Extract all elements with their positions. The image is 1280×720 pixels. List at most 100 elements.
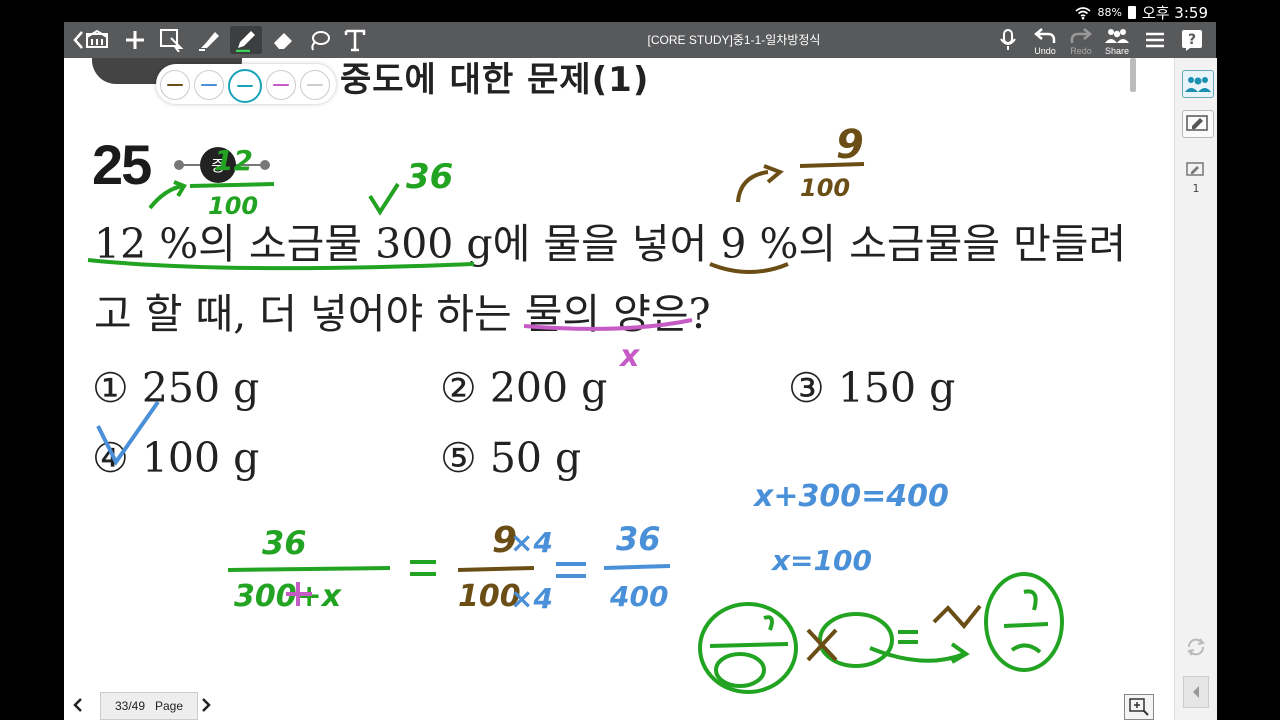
- page-navigation: 33/49 Page: [0, 692, 1174, 720]
- question-text-line-1: 12 %의 소금물 300 g에 물을 넣어 9 %의 소금물을 만들려: [94, 220, 1127, 268]
- choice-4[interactable]: ④ 100 g: [92, 434, 259, 482]
- ink-eq2: x=100: [770, 544, 872, 577]
- hamburger-menu-icon: [1146, 32, 1164, 48]
- choice-mark: ②: [440, 364, 477, 412]
- redo-label: Redo: [1070, 46, 1092, 56]
- choice-5[interactable]: ⑤ 50 g: [440, 434, 581, 482]
- lasso-icon: [311, 31, 330, 51]
- ink-eq1: x+300=400: [752, 479, 949, 514]
- highlighter-icon: [199, 32, 219, 51]
- ink-right-den: 400: [609, 580, 668, 613]
- help-icon: ?: [1182, 30, 1202, 51]
- page-indicator[interactable]: 33/49 Page: [100, 692, 198, 720]
- choice-1[interactable]: ① 250 g: [92, 364, 259, 412]
- page-scrollbar[interactable]: [1130, 58, 1136, 92]
- choice-text: 250 g: [141, 364, 260, 412]
- text-tool-button[interactable]: [340, 26, 370, 54]
- eraser-icon: [274, 33, 292, 49]
- library-icon: [73, 29, 108, 49]
- ink-mid-den: 100: [458, 579, 521, 614]
- ink-frac-9-num: 9: [836, 122, 864, 168]
- menu-button[interactable]: [1142, 26, 1168, 54]
- collapse-sidebar-button[interactable]: [1183, 676, 1209, 708]
- annotation-panel-button[interactable]: [1182, 110, 1214, 138]
- chevron-right-icon: [202, 698, 211, 712]
- choice-mark: ⑤: [440, 434, 477, 482]
- ink-x-label: x: [618, 339, 641, 374]
- ink-right-num: 36: [616, 520, 661, 558]
- choice-mark: ①: [92, 364, 129, 412]
- pen-tool-button[interactable]: [230, 26, 262, 54]
- share-button[interactable]: Share: [1100, 26, 1134, 56]
- microphone-icon: [1000, 29, 1016, 50]
- select-tool-button[interactable]: [156, 26, 188, 54]
- redo-button[interactable]: Redo: [1066, 26, 1096, 56]
- pen-color-teal[interactable]: [228, 69, 262, 103]
- note-count: 1: [1192, 182, 1200, 195]
- plus-icon: [126, 31, 144, 49]
- ink-36: 36: [406, 157, 453, 197]
- document-title: [CORE STUDY]중1-1-일차방정식: [647, 33, 821, 47]
- lasso-tool-button[interactable]: [304, 26, 334, 54]
- text-icon: [344, 29, 366, 52]
- prev-page-button[interactable]: [66, 692, 90, 718]
- share-people-icon: [1105, 29, 1129, 43]
- choice-mark: ④: [92, 434, 129, 482]
- pen-color-palette: [156, 64, 336, 104]
- highlighter-tool-button[interactable]: [194, 26, 224, 54]
- chevron-left-icon: [1193, 686, 1199, 698]
- chevron-left-icon: [73, 698, 82, 712]
- svg-text:?: ?: [1188, 32, 1196, 48]
- wifi-icon: [1075, 6, 1092, 19]
- people-icon: [1185, 77, 1211, 92]
- page-label: Page: [155, 699, 184, 713]
- ink-eq-left-num: 36: [262, 524, 307, 562]
- bookmark-note-icon: [1186, 162, 1204, 176]
- share-label: Share: [1104, 46, 1130, 56]
- add-button[interactable]: [120, 26, 150, 54]
- page-note-icon[interactable]: [1186, 162, 1206, 184]
- question-text-line-2: 고 할 때, 더 넣어야 하는 물의 양은?: [94, 290, 711, 338]
- ink-frac-9-den: 100: [800, 174, 850, 202]
- students-panel-button[interactable]: [1182, 70, 1214, 98]
- choice-text: 200 g: [489, 364, 608, 412]
- pen-color-gray[interactable]: [300, 70, 330, 100]
- difficulty-indicator: 중: [174, 147, 270, 183]
- redo-icon: [1070, 28, 1092, 43]
- choice-2[interactable]: ② 200 g: [440, 364, 607, 412]
- sync-button[interactable]: [1185, 636, 1207, 662]
- choice-text: 50 g: [489, 434, 582, 482]
- undo-label: Undo: [1034, 46, 1056, 56]
- ink-mid-num: 9: [492, 520, 517, 561]
- eraser-tool-button[interactable]: [268, 26, 298, 54]
- pen-color-pink[interactable]: [266, 70, 296, 100]
- question-number: 25: [92, 133, 152, 196]
- battery-percent: 88%: [1097, 6, 1122, 19]
- pen-icon: [236, 31, 255, 52]
- right-sidebar: 1: [1174, 58, 1217, 720]
- back-to-library-button[interactable]: [70, 26, 114, 54]
- status-bar: 88% 오후 3:59: [0, 0, 1280, 22]
- next-page-button[interactable]: [194, 692, 218, 718]
- choice-text: 100 g: [141, 434, 260, 482]
- select-area-icon: [160, 29, 184, 52]
- document-page[interactable]: 중도에 대한 문제(1) 25 중 12 %의 소금물 300 g에 물을 넣어…: [64, 58, 1174, 720]
- choice-3[interactable]: ③ 150 g: [788, 364, 955, 412]
- section-heading: 중도에 대한 문제(1): [340, 60, 650, 100]
- page-number: 33/49: [114, 699, 145, 713]
- choice-mark: ③: [788, 364, 825, 412]
- ink-times4-top: ×4: [510, 526, 553, 559]
- top-toolbar: [CORE STUDY]중1-1-일차방정식 Undo Redo Share ?: [64, 22, 1216, 58]
- pen-color-brown[interactable]: [160, 70, 190, 100]
- record-button[interactable]: [996, 26, 1020, 54]
- sync-icon: [1187, 638, 1205, 656]
- difficulty-badge: 중: [200, 147, 236, 183]
- clock: 오후 3:59: [1141, 4, 1208, 22]
- undo-button[interactable]: Undo: [1030, 26, 1060, 56]
- note-edit-icon: [1186, 115, 1208, 131]
- help-button[interactable]: ?: [1178, 26, 1206, 54]
- undo-icon: [1034, 28, 1056, 43]
- choice-text: 150 g: [837, 364, 956, 412]
- battery-icon: [1127, 6, 1136, 19]
- pen-color-blue[interactable]: [194, 70, 224, 100]
